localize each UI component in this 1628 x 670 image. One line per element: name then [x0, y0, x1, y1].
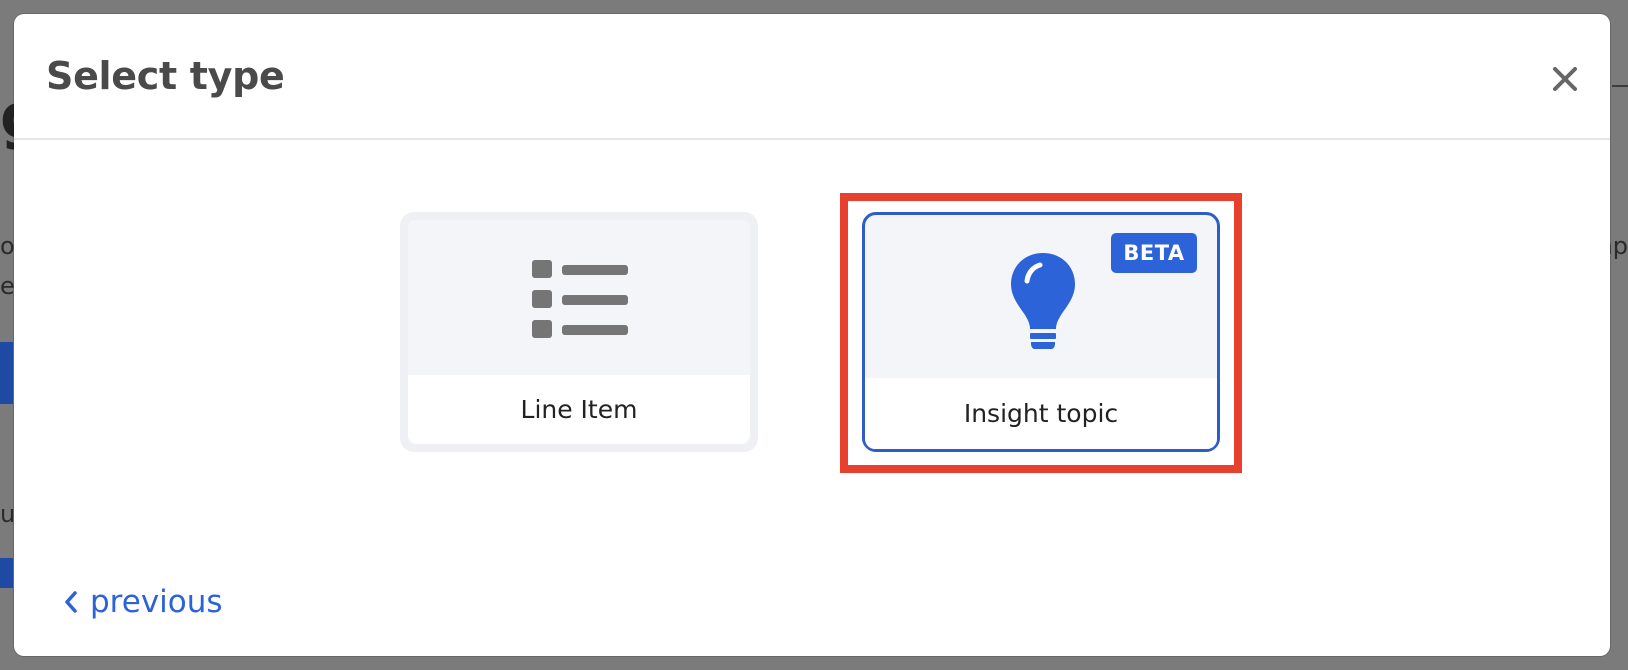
close-icon: [1553, 67, 1577, 91]
list-icon: [532, 260, 628, 338]
lightbulb-icon: [1011, 253, 1075, 349]
card-label: Line Item: [408, 375, 750, 444]
previous-link[interactable]: previous: [64, 584, 223, 620]
select-type-modal: Select type Line Item BETA Insight topic…: [14, 14, 1610, 656]
card-icon-area: [408, 220, 750, 375]
card-icon-area: BETA: [865, 215, 1217, 375]
beta-badge: BETA: [1111, 233, 1197, 273]
background-divider-fragment: [1612, 85, 1628, 87]
insight-topic-card[interactable]: BETA Insight topic: [862, 212, 1220, 452]
background-checkbox-fragment: [0, 558, 13, 588]
background-fragment: u: [0, 500, 16, 528]
line-item-card[interactable]: Line Item: [400, 212, 758, 452]
close-button[interactable]: [1550, 64, 1580, 94]
card-label: Insight topic: [865, 378, 1217, 449]
modal-header: Select type: [14, 14, 1610, 140]
background-button-fragment: [0, 342, 13, 404]
previous-label: previous: [90, 584, 223, 620]
chevron-left-icon: [65, 591, 77, 613]
background-fragment: e: [0, 272, 15, 300]
background-fragment: o: [0, 232, 15, 260]
modal-title: Select type: [46, 54, 285, 98]
